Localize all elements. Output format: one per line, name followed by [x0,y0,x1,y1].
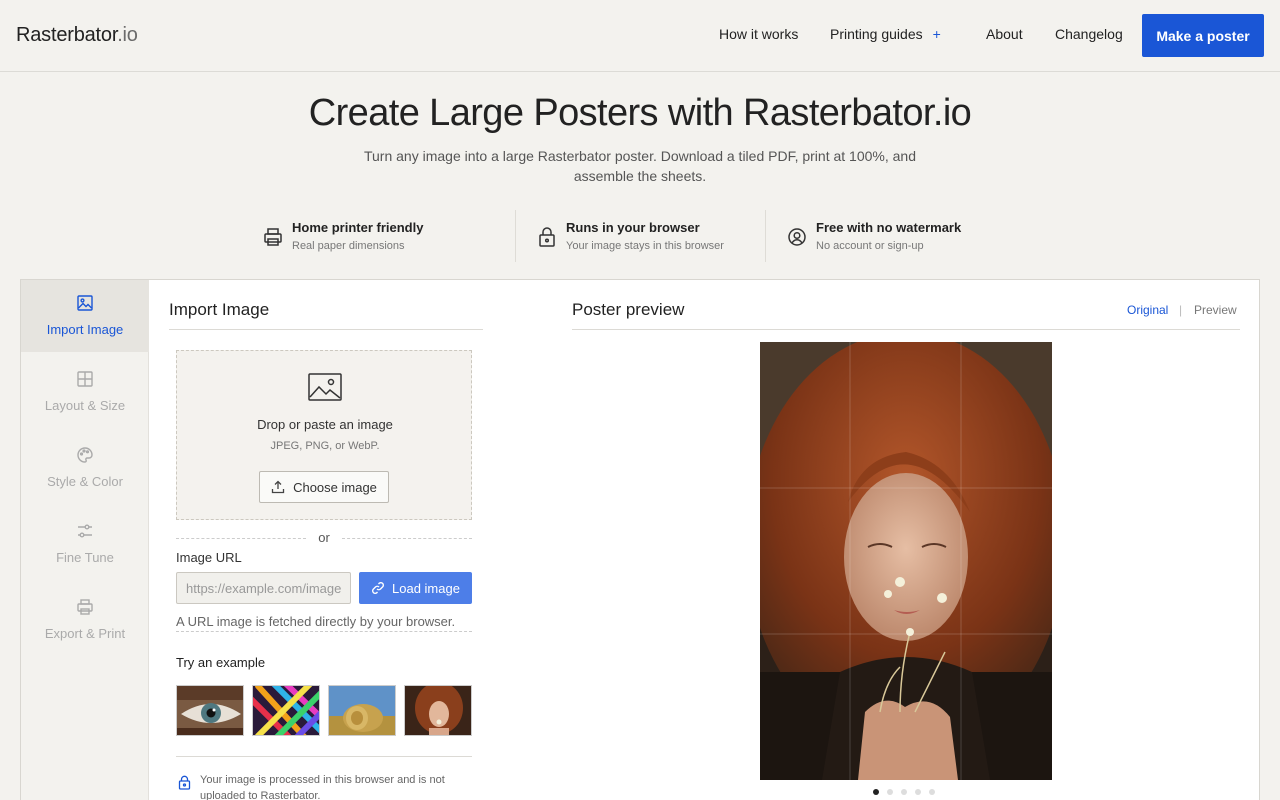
feature-desc: Your image stays in this browser [566,240,724,252]
divider [176,756,472,757]
feature-title: Runs in your browser [566,220,700,235]
sidebar-item-label: Layout & Size [44,398,126,413]
feature-desc: No account or sign-up [816,240,924,252]
choose-image-button[interactable]: Choose image [259,471,389,503]
sidebar-item-export-print[interactable]: Export & Print [21,584,149,656]
girl-flowers-example-image [405,686,471,735]
example-thumb-pencils[interactable] [252,685,320,736]
logo-tld: .io [117,24,138,46]
step-sidebar: Import Image Layout & Size Style & Color… [21,280,149,800]
nav-about[interactable]: About [986,26,1023,42]
toggle-original[interactable]: Original [1127,303,1168,317]
logo[interactable]: Rasterbator.io [16,24,138,47]
poster-preview-title: Poster preview [572,300,685,319]
or-separator: or [318,530,330,545]
poster-editor: Import Image Layout & Size Style & Color… [20,279,1260,800]
sidebar-item-layout-size[interactable]: Layout & Size [21,356,149,428]
toggle-separator: | [1179,303,1183,317]
sidebar-item-import-image[interactable]: Import Image [21,280,149,352]
poster-image [760,342,1052,780]
examples-title: Try an example [176,655,266,670]
lock-icon [178,775,191,790]
nav-how-it-works[interactable]: How it works [719,26,798,42]
feature-strip: Home printer friendly Real paper dimensi… [250,210,1030,262]
poster-preview-image [760,342,1052,780]
grid-icon [77,371,93,387]
divider [169,329,483,330]
example-thumb-eye[interactable] [176,685,244,736]
lock-icon [539,227,555,247]
page-dot[interactable] [915,789,921,795]
eye-example-image [177,686,243,735]
image-url-input[interactable] [176,572,351,604]
image-placeholder-icon [308,373,342,401]
privacy-note: Your image is processed in this browser … [200,774,445,800]
divider [342,538,472,539]
page-dot[interactable] [873,789,879,795]
load-image-label: Load image [392,580,460,596]
divider [765,210,766,262]
divider [176,538,306,539]
divider [515,210,516,262]
page-dot[interactable] [887,789,893,795]
sidebar-item-style-color[interactable]: Style & Color [21,432,149,504]
feature-title: Free with no watermark [816,220,962,235]
page-title: Create Large Posters with Rasterbator.io [308,92,972,134]
page-dot[interactable] [929,789,935,795]
sidebar-item-label: Style & Color [47,474,123,489]
feature-desc: Real paper dimensions [292,240,405,252]
sidebar-item-fine-tune[interactable]: Fine Tune [21,508,149,580]
feature-title: Home printer friendly [292,220,424,235]
sliders-icon [78,524,92,538]
image-url-label: Image URL [176,550,242,565]
divider [572,329,1240,330]
example-thumb-girl-flowers[interactable] [404,685,472,736]
sidebar-item-label: Fine Tune [56,550,114,565]
palette-icon [77,447,93,463]
import-section-title: Import Image [169,300,270,319]
plus-icon: + [932,26,941,42]
nav-changelog[interactable]: Changelog [1055,26,1123,42]
choose-image-label: Choose image [293,479,377,495]
link-icon [372,582,384,594]
load-image-button[interactable]: Load image [359,572,472,604]
sidebar-item-label: Export & Print [44,626,126,641]
image-icon [77,295,93,311]
dropzone-title: Drop or paste an image [257,417,393,432]
hay-bale-example-image [329,686,395,735]
printer-icon [77,599,93,615]
image-dropzone[interactable]: Drop or paste an image JPEG, PNG, or Web… [176,350,472,520]
toggle-preview[interactable]: Preview [1194,303,1237,317]
nav-printing-guides-label: Printing guides [830,26,923,42]
page-dot[interactable] [901,789,907,795]
printer-icon [264,228,282,246]
page-subtitle: Turn any image into a large Rasterbator … [363,148,916,184]
sidebar-item-label: Import Image [46,322,124,337]
nav-printing-guides[interactable]: Printing guides + [830,26,941,42]
make-poster-button[interactable]: Make a poster [1142,14,1264,57]
example-thumb-hay-bale[interactable] [328,685,396,736]
dropzone-formats: JPEG, PNG, or WebP. [270,440,380,452]
logo-text: Rasterbator [16,24,118,46]
user-circle-icon [788,228,806,246]
url-note: A URL image is fetched directly by your … [176,614,472,632]
upload-icon [271,480,285,494]
top-navbar: Rasterbator.io How it works Printing gui… [0,0,1280,72]
colored-pencils-example-image [253,686,319,735]
